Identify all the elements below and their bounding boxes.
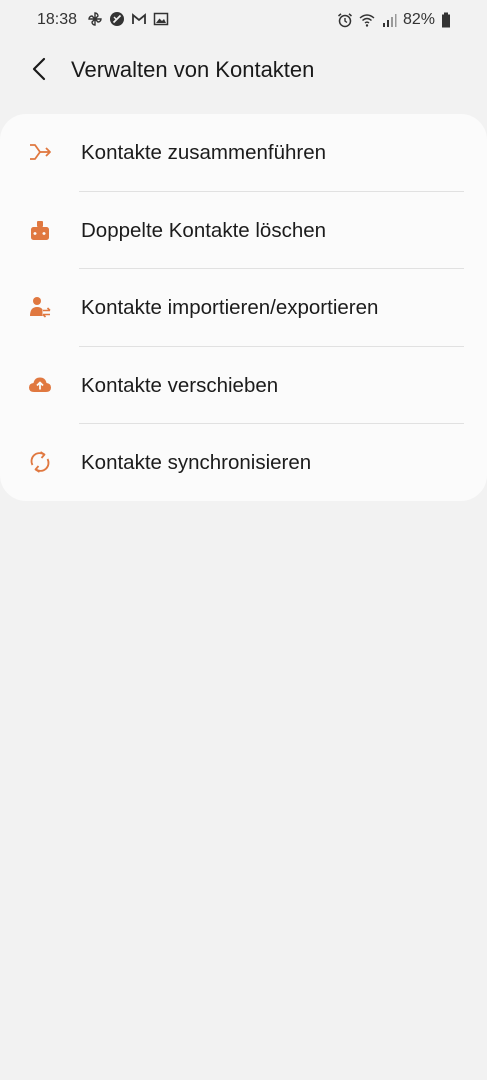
status-notification-icons <box>87 11 169 27</box>
menu-item-label: Kontakte zusammenführen <box>81 141 326 164</box>
cleanup-brush-icon <box>31 220 49 240</box>
wifi-icon <box>359 14 375 27</box>
menu-item-delete-duplicates[interactable]: Doppelte Kontakte löschen <box>0 192 487 270</box>
back-button[interactable] <box>26 54 54 84</box>
merge-icon <box>30 144 51 160</box>
status-bar: 18:38 82% <box>0 0 487 40</box>
person-transfer-icon <box>30 297 51 318</box>
menu-item-merge-contacts[interactable]: Kontakte zusammenführen <box>0 114 487 192</box>
gmail-icon <box>132 13 146 24</box>
gallery-icon <box>153 12 169 26</box>
chevron-left-icon <box>32 57 46 81</box>
options-card: Kontakte zusammenführen Doppelte Kontakt… <box>0 114 487 501</box>
menu-item-label: Kontakte verschieben <box>81 373 279 397</box>
sync-icon <box>30 451 50 474</box>
app-header: Verwalten von Kontakten <box>0 50 487 90</box>
alarm-icon <box>337 13 352 28</box>
status-system-icons: 82% <box>337 11 451 29</box>
menu-item-move-contacts[interactable]: Kontakte verschieben <box>0 347 487 425</box>
menu-item-label: Doppelte Kontakte löschen <box>81 218 327 242</box>
menu-item-label: Kontakte synchronisieren <box>81 451 312 475</box>
menu-item-sync-contacts[interactable]: Kontakte synchronisieren <box>0 424 487 502</box>
battery-percentage: 82% <box>402 11 435 28</box>
pinwheel-icon <box>88 12 102 26</box>
cloud-upload-icon <box>29 377 51 392</box>
battery-icon <box>442 12 450 28</box>
signal-icon <box>382 14 397 27</box>
menu-item-import-export[interactable]: Kontakte importieren/exportieren <box>0 269 487 347</box>
menu-item-label: Kontakte importieren/exportieren <box>81 296 379 320</box>
status-time: 18:38 <box>37 11 78 28</box>
page-title: Verwalten von Kontakten <box>71 57 315 82</box>
blocked-icon <box>110 12 124 26</box>
